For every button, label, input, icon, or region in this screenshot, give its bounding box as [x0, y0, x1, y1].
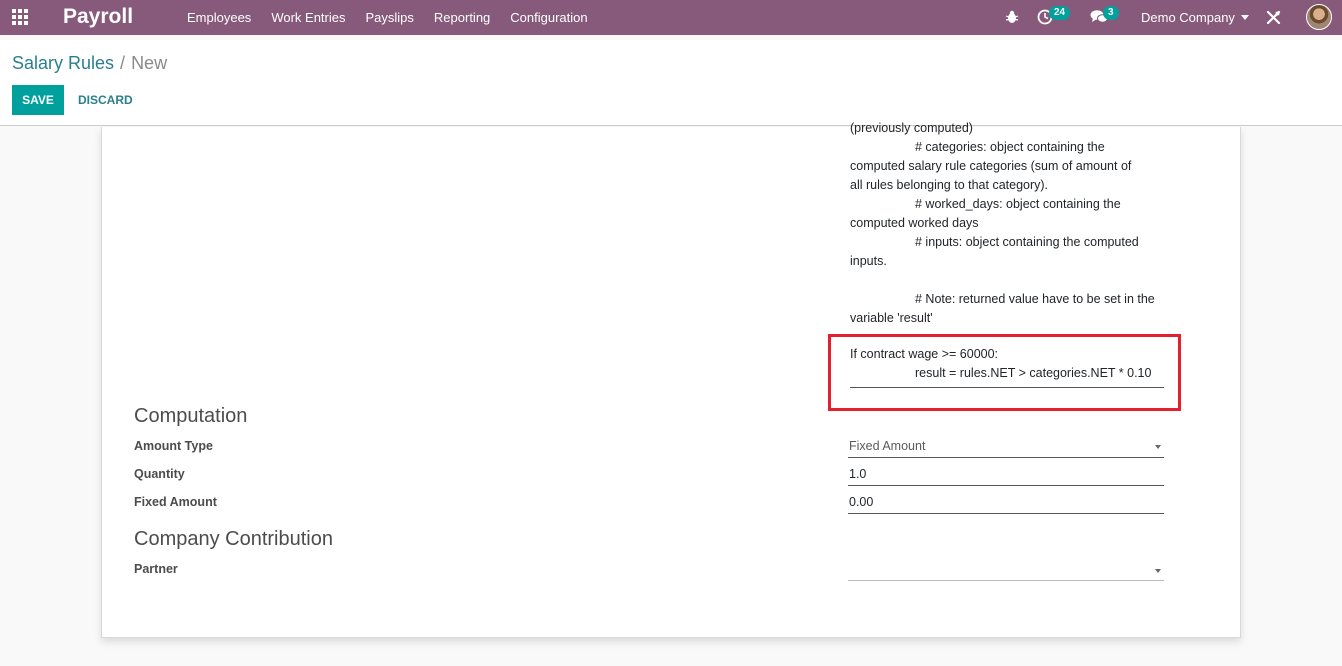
- computation-section-title: Computation: [134, 405, 248, 427]
- apps-menu-icon[interactable]: [12, 9, 30, 25]
- python-code-input[interactable]: If contract wage >= 60000: result = rule…: [850, 345, 1164, 388]
- fixed-amount-label: Fixed Amount: [134, 495, 217, 509]
- help-text-line: computed salary rule categories (sum of …: [850, 159, 1132, 173]
- chevron-down-icon: [1240, 15, 1249, 20]
- help-text-line: computed worked days: [850, 216, 979, 230]
- menu-item-reporting[interactable]: Reporting: [424, 0, 500, 35]
- app-brand[interactable]: Payroll: [63, 5, 133, 29]
- activity-count-badge: 24: [1049, 6, 1071, 20]
- menu-item-work-entries[interactable]: Work Entries: [261, 0, 355, 35]
- help-text-line: # worked_days: object containing the: [915, 197, 1121, 211]
- quantity-label: Quantity: [134, 467, 185, 481]
- menu-item-employees[interactable]: Employees: [177, 0, 261, 35]
- chevron-down-icon: [1155, 445, 1161, 449]
- help-text-line: # categories: object containing the: [915, 140, 1105, 154]
- chevron-down-icon: [1155, 569, 1161, 573]
- help-text-line: variable 'result': [850, 311, 933, 325]
- help-text-line: all rules belonging to that category).: [850, 178, 1049, 192]
- code-line-2: result = rules.NET > categories.NET * 0.…: [915, 366, 1152, 380]
- save-button[interactable]: SAVE: [12, 85, 64, 115]
- company-name: Demo Company: [1141, 10, 1235, 25]
- amount-type-label: Amount Type: [134, 439, 213, 453]
- main-menu: Employees Work Entries Payslips Reportin…: [177, 0, 598, 35]
- form-sheet: (previously computed) # categories: objec…: [101, 121, 1241, 638]
- quantity-input[interactable]: 1.0: [848, 464, 1164, 486]
- breadcrumb-separator: /: [120, 53, 126, 73]
- amount-type-value: Fixed Amount: [849, 439, 926, 453]
- help-text-line: (previously computed): [850, 121, 973, 135]
- company-contribution-section-title: Company Contribution: [134, 528, 333, 550]
- help-text-line: inputs.: [850, 254, 887, 268]
- discard-button[interactable]: DISCARD: [74, 85, 137, 115]
- bug-icon[interactable]: [1005, 10, 1019, 24]
- control-panel: Salary Rules / New SAVE DISCARD: [0, 40, 1342, 126]
- fixed-amount-input[interactable]: 0.00: [848, 492, 1164, 514]
- menu-item-configuration[interactable]: Configuration: [500, 0, 597, 35]
- partner-label: Partner: [134, 562, 178, 576]
- tools-icon[interactable]: [1266, 10, 1281, 25]
- help-text-line: # inputs: object containing the computed: [915, 235, 1139, 249]
- breadcrumb-salary-rules[interactable]: Salary Rules: [12, 53, 114, 73]
- breadcrumb: Salary Rules / New: [12, 53, 167, 74]
- help-text-line: [850, 271, 1166, 290]
- message-count-badge: 3: [1103, 6, 1119, 20]
- help-text-line: # Note: returned value have to be set in…: [915, 292, 1155, 306]
- company-switcher[interactable]: Demo Company: [1141, 0, 1249, 35]
- amount-type-select[interactable]: Fixed Amount: [848, 436, 1164, 458]
- breadcrumb-current: New: [131, 53, 168, 73]
- code-line-1: If contract wage >= 60000:: [850, 347, 999, 361]
- partner-select[interactable]: [848, 559, 1164, 581]
- menu-item-payslips[interactable]: Payslips: [355, 0, 423, 35]
- user-avatar[interactable]: [1306, 4, 1332, 30]
- python-code-help-text: (previously computed) # categories: objec…: [850, 119, 1166, 328]
- top-navbar: Payroll Employees Work Entries Payslips …: [0, 0, 1342, 35]
